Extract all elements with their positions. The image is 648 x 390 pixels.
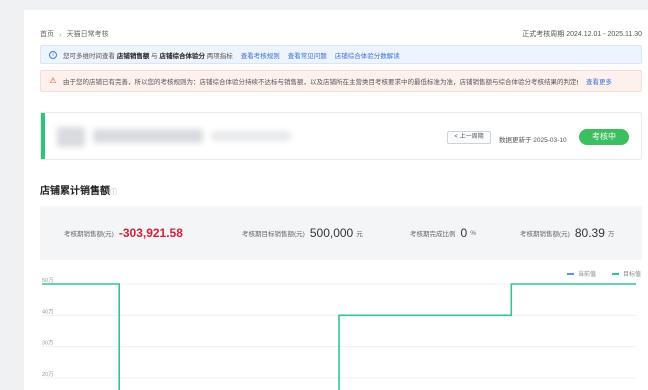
- stat-label: 考核期完成比例: [410, 231, 456, 238]
- rules-link[interactable]: 查看考核规则: [241, 50, 280, 60]
- previous-period-button[interactable]: < 上一周期: [447, 131, 491, 144]
- stat-completion: 考核期完成比例 0 %: [410, 226, 476, 240]
- breadcrumb: 首页 › 天猫日常考核: [40, 29, 109, 39]
- info-icon: i: [49, 50, 57, 59]
- blurred-store-meta: [211, 131, 291, 141]
- info-bold-1: 店铺销售额: [116, 52, 150, 60]
- section-title-text: 店铺累计销售额: [40, 186, 110, 197]
- stat-unit: %: [470, 229, 476, 237]
- assessment-period: 正式考核周期 2024.12.01 - 2025.11.30: [522, 31, 642, 38]
- y-tick-label: 30万: [42, 340, 54, 347]
- page: 首页 › 天猫日常考核 正式考核周期 2024.12.01 - 2025.11.…: [24, 10, 648, 390]
- warning-notice: ⚠ 由于您的店铺已有完善，所以您的考核规则为：店铺综合体验分持续不达标与销售额，…: [40, 70, 642, 92]
- warning-text: 由于您的店铺已有完善，所以您的考核规则为：店铺综合体验分持续不达标与销售额，以及…: [63, 79, 578, 86]
- see-more-link[interactable]: 查看更多: [586, 76, 612, 86]
- stats-box: 考核期销售额(元) -303,921.58 考核期目标销售额(元) 500,00…: [40, 206, 642, 260]
- stat-value: 80.39: [574, 226, 605, 240]
- stat-unit: 万: [607, 231, 615, 238]
- info-text-1: 您可多维时间查看: [63, 52, 115, 60]
- info-text-3: 两项指标: [206, 52, 233, 60]
- store-card: < 上一周期 数据更新于 2025-03-10 考核中: [40, 112, 642, 160]
- y-tick-label: 50万: [42, 277, 54, 284]
- sales-chart: 当前值 目标值 50万 40万 30万 20万: [24, 264, 648, 390]
- breadcrumb-current: 天猫日常考核: [66, 31, 109, 38]
- stat-target: 考核期目标销售额(元) 500,000 元: [242, 226, 363, 240]
- stat-label: 考核期目标销售额(元): [242, 231, 305, 238]
- breadcrumb-home[interactable]: 首页: [40, 29, 54, 39]
- stat-value: 500,000: [309, 226, 354, 240]
- stat-value: 0: [460, 226, 468, 240]
- info-bold-2: 店铺综合体验分: [159, 52, 205, 60]
- faq-link[interactable]: 查看常见问题: [288, 50, 327, 60]
- stat-total: 考核期销售额(元) 80.39 万: [520, 226, 614, 240]
- chart-plot: 50万 40万 30万 20万: [42, 277, 636, 390]
- score-link[interactable]: 店铺综合体验分数解读: [335, 50, 400, 60]
- y-tick-label: 20万: [42, 371, 54, 378]
- section-title: 店铺累计销售额ⓘ: [40, 182, 117, 197]
- blurred-store-name: [93, 129, 203, 143]
- question-circle-icon[interactable]: ⓘ: [110, 189, 117, 196]
- info-text-2: 与: [151, 52, 158, 60]
- stat-label: 考核期销售额(元): [520, 231, 570, 238]
- warning-icon: ⚠: [49, 76, 57, 85]
- series-line-target: [42, 283, 636, 390]
- data-update-time: 数据更新于 2025-03-10: [499, 137, 567, 144]
- blurred-store-logo: [57, 127, 85, 147]
- stat-unit: 元: [356, 231, 363, 238]
- y-tick-label: 40万: [42, 308, 54, 315]
- status-button[interactable]: 考核中: [579, 129, 629, 145]
- chevron-right-icon: ›: [59, 29, 62, 39]
- stat-sales: 考核期销售额(元) -303,921.58: [64, 226, 186, 240]
- top-bar: 首页 › 天猫日常考核 正式考核周期 2024.12.01 - 2025.11.…: [40, 26, 642, 40]
- info-notice: i 您可多维时间查看 店铺销售额 与 店铺综合体验分 两项指标 查看考核规则 查…: [40, 45, 642, 64]
- stat-value: -303,921.58: [118, 226, 183, 240]
- stat-label: 考核期销售额(元): [64, 231, 114, 238]
- status-accent-bar: [41, 113, 45, 159]
